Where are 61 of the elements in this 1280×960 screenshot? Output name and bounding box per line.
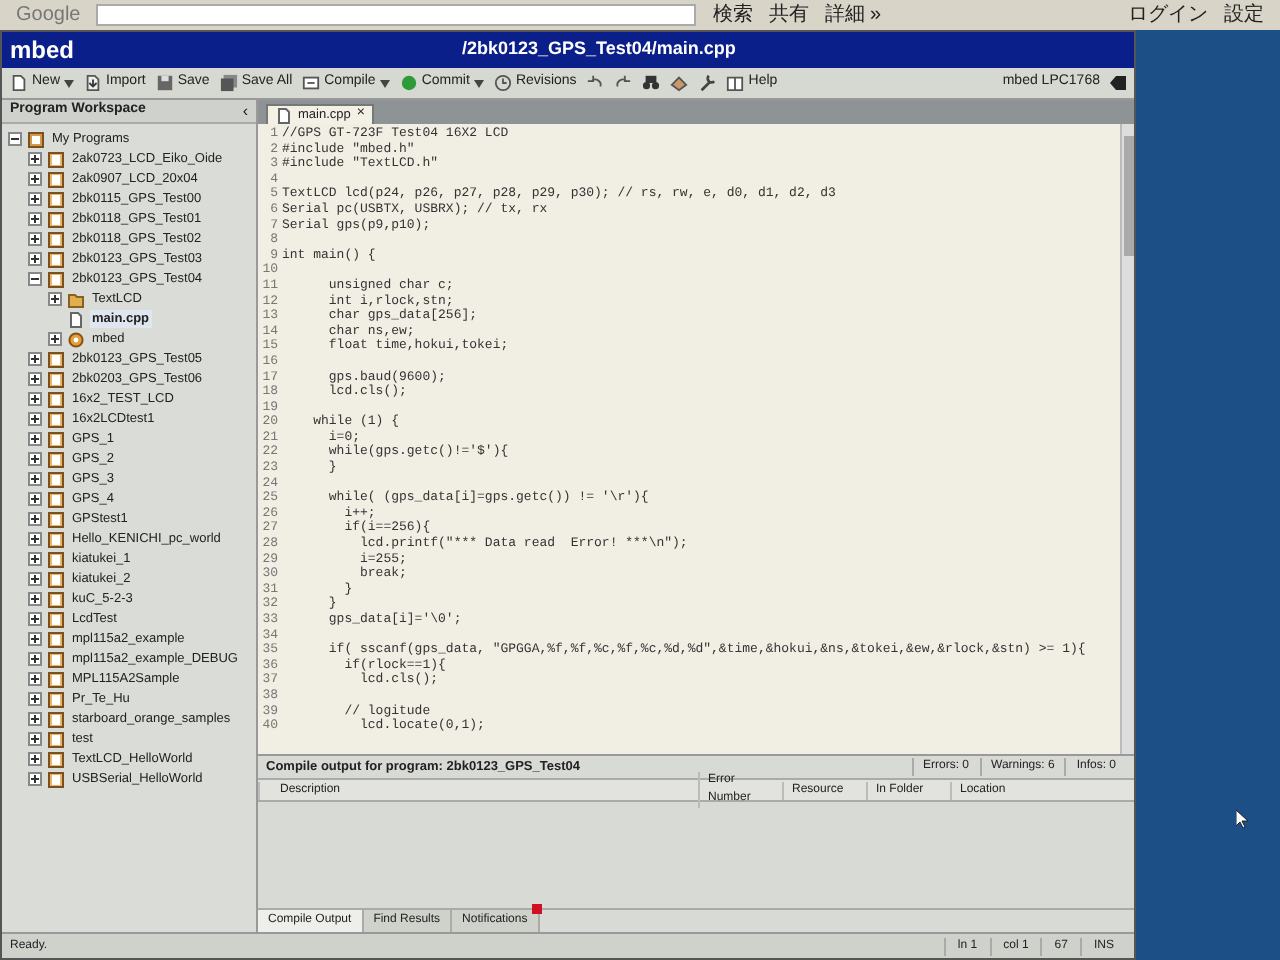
expand-toggle[interactable]: [28, 392, 42, 406]
expand-toggle[interactable]: [28, 532, 42, 546]
expand-toggle[interactable]: [48, 332, 62, 346]
expand-toggle[interactable]: [28, 672, 42, 686]
window-title: /2bk0123_GPS_Test04/main.cpp: [462, 36, 736, 63]
undo-icon[interactable]: [586, 74, 605, 92]
collapse-toggle[interactable]: [28, 272, 42, 286]
folder-icon: [68, 291, 84, 307]
clock-icon: [493, 74, 512, 92]
expand-toggle[interactable]: [28, 192, 42, 206]
expand-toggle[interactable]: [28, 592, 42, 606]
gear-icon: [68, 331, 84, 347]
expand-toggle[interactable]: [28, 472, 42, 486]
book-icon: [726, 74, 745, 92]
browser-link[interactable]: 検索: [712, 0, 753, 30]
expand-toggle[interactable]: [28, 652, 42, 666]
new-file-icon: [10, 74, 28, 92]
expand-toggle[interactable]: [28, 732, 42, 746]
notification-badge: [531, 904, 542, 914]
browser-link[interactable]: 設定: [1224, 0, 1264, 30]
workspace-icon: [28, 131, 44, 147]
collapse-toggle[interactable]: [8, 132, 22, 146]
app-name: mbed: [10, 34, 77, 68]
expand-toggle[interactable]: [28, 632, 42, 646]
expand-toggle[interactable]: [28, 752, 42, 766]
binoculars-icon[interactable]: [642, 74, 661, 92]
expand-toggle[interactable]: [28, 212, 42, 226]
expand-toggle[interactable]: [28, 492, 42, 506]
expand-toggle[interactable]: [28, 152, 42, 166]
expand-toggle[interactable]: [28, 772, 42, 786]
browser-link[interactable]: ログイン: [1128, 0, 1208, 30]
expand-toggle[interactable]: [28, 692, 42, 706]
expand-toggle[interactable]: [28, 352, 42, 366]
code-editor[interactable]: [258, 124, 1134, 756]
redo-icon[interactable]: [614, 74, 633, 92]
expand-toggle[interactable]: [28, 552, 42, 566]
expand-toggle[interactable]: [28, 452, 42, 466]
tag-icon: [1110, 76, 1126, 90]
expand-toggle[interactable]: [48, 292, 62, 306]
mouse-pointer-icon: [1236, 810, 1248, 828]
expand-toggle[interactable]: [28, 172, 42, 186]
expand-toggle[interactable]: [28, 712, 42, 726]
save-icon: [155, 74, 174, 92]
save-all-icon: [219, 74, 238, 92]
expand-toggle[interactable]: [28, 612, 42, 626]
browser-link[interactable]: 共有: [768, 0, 809, 30]
expand-toggle[interactable]: [28, 252, 42, 266]
collapse-button[interactable]: ‹: [242, 99, 248, 123]
file-icon: [68, 311, 84, 327]
expand-toggle[interactable]: [28, 372, 42, 386]
wrench-icon[interactable]: [698, 74, 717, 92]
expand-toggle[interactable]: [28, 232, 42, 246]
browser-link[interactable]: 詳細 »: [824, 0, 882, 30]
expand-toggle[interactable]: [28, 412, 42, 426]
import-icon: [84, 74, 103, 92]
expand-toggle[interactable]: [28, 512, 42, 526]
scrollbar[interactable]: [1120, 124, 1134, 754]
browser-search-field[interactable]: [96, 4, 697, 26]
browser-logo: Google: [16, 2, 81, 30]
expand-toggle[interactable]: [28, 572, 42, 586]
expand-toggle[interactable]: [28, 432, 42, 446]
